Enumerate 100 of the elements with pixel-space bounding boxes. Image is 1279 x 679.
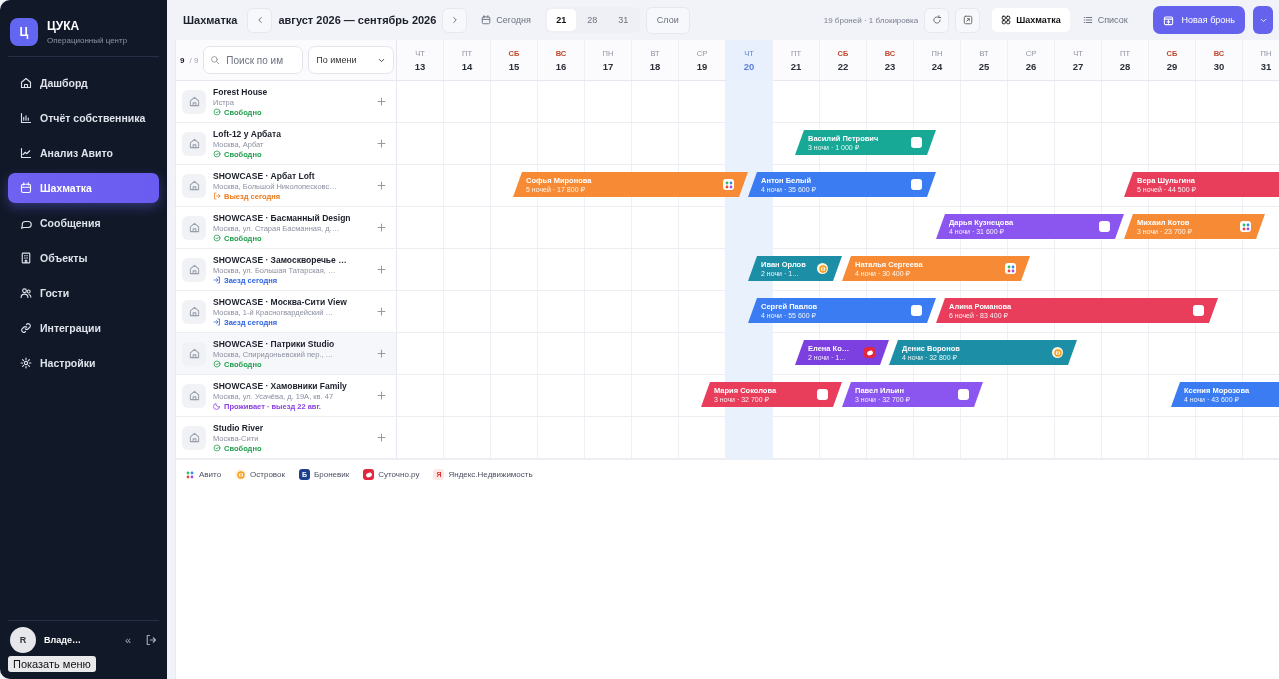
day-number: 27 <box>1072 60 1084 72</box>
plus-icon <box>376 180 387 191</box>
property-name: Studio River <box>213 422 265 433</box>
house-icon <box>188 432 200 443</box>
add-button[interactable] <box>376 390 387 401</box>
new-booking-button[interactable]: Новая бронь <box>1152 6 1245 34</box>
add-button[interactable] <box>376 306 387 317</box>
house-icon <box>188 390 200 401</box>
list-icon <box>1082 15 1093 25</box>
view-tab[interactable]: Шахматка <box>992 8 1070 32</box>
nav-item[interactable]: Анализ Авито <box>8 138 159 168</box>
property-name: Loft-12 у Арбата <box>213 128 282 139</box>
collapse-button[interactable]: « <box>118 634 137 646</box>
sort-dropdown[interactable]: По имени <box>308 46 395 74</box>
search-field[interactable]: Поиск по им <box>203 46 304 74</box>
day-number: 29 <box>1166 60 1178 72</box>
check-circle-icon <box>213 108 221 116</box>
check-circle-icon <box>213 444 221 452</box>
plus-icon <box>376 432 387 443</box>
refresh-button[interactable] <box>924 7 950 33</box>
page-title: Шахматка <box>183 14 238 26</box>
plus-icon <box>376 264 387 275</box>
nav-item[interactable]: Отчёт собственника <box>8 103 159 133</box>
today-button[interactable]: Сегодня <box>473 15 539 25</box>
nav-item[interactable]: Объекты <box>8 243 159 273</box>
day-number: 26 <box>1025 60 1037 72</box>
legend-label: Островок <box>250 470 285 479</box>
period-tab[interactable]: 28 <box>577 9 607 31</box>
people-icon <box>20 287 32 299</box>
house-icon <box>188 138 200 149</box>
refresh-icon <box>931 15 942 25</box>
house-icon <box>188 180 200 191</box>
check-circle-icon <box>213 234 221 242</box>
nav-item[interactable]: Шахматка <box>8 173 159 203</box>
app-subtitle: Операционный центр <box>47 36 128 45</box>
property-name: SHOWCASE · Москва-Сити View <box>213 296 348 307</box>
property-name: Forest House <box>213 86 269 97</box>
day-number: 16 <box>555 60 567 72</box>
calendar-icon <box>481 15 492 25</box>
property-name: SHOWCASE · Басманный Design <box>213 212 352 223</box>
day-number: 25 <box>978 60 990 72</box>
day-number: 21 <box>790 60 802 72</box>
property-name: SHOWCASE · Замоскворечье … <box>213 254 348 265</box>
building-icon <box>20 252 32 264</box>
shown-count: 9 <box>180 55 185 65</box>
nav-item[interactable]: Сообщения <box>8 208 159 238</box>
view-tab[interactable]: Список <box>1073 8 1137 32</box>
app-logo: Ц <box>10 18 38 46</box>
day-number: 30 <box>1213 60 1225 72</box>
plus-icon <box>376 390 387 401</box>
check-circle-icon <box>213 150 221 158</box>
four-dots-icon <box>1005 263 1016 274</box>
add-button[interactable] <box>376 180 387 191</box>
period-tab[interactable]: 21 <box>546 9 576 31</box>
day-number: 14 <box>461 60 473 72</box>
add-button[interactable] <box>376 264 387 275</box>
logout-icon[interactable] <box>145 634 157 646</box>
add-button[interactable] <box>376 348 387 359</box>
property-name: SHOWCASE · Арбат Loft <box>213 170 316 181</box>
legend-label: Авито <box>199 470 222 479</box>
link-icon <box>20 322 32 334</box>
bar-chart-icon <box>20 112 32 124</box>
day-number: 22 <box>837 60 849 72</box>
nav-item[interactable]: Дашборд <box>8 68 159 98</box>
nav-item[interactable]: Интеграции <box>8 313 159 343</box>
period-tab[interactable]: 31 <box>608 9 638 31</box>
grid-icon <box>1001 15 1012 25</box>
speech-blob-icon <box>864 347 875 358</box>
dropdown-button[interactable] <box>1253 6 1273 34</box>
day-number: 28 <box>1119 60 1131 72</box>
legend-label: Броневик <box>314 470 350 479</box>
house-icon <box>188 222 200 233</box>
nav-item[interactable]: Гости <box>8 278 159 308</box>
plus-icon <box>376 96 387 107</box>
add-button[interactable] <box>376 432 387 443</box>
add-button[interactable] <box>376 138 387 149</box>
legend-label: Яндекс.Недвижимость <box>448 470 533 479</box>
house-icon <box>188 264 200 275</box>
enter-arrow-icon <box>213 276 221 284</box>
booking-summary: 19 броней · 1 блокировка <box>823 15 919 25</box>
ring-icon <box>817 263 828 274</box>
user-avatar[interactable]: R <box>10 627 36 653</box>
nav-item[interactable]: Настройки <box>8 348 159 378</box>
calendar-icon <box>20 182 32 194</box>
ring-icon <box>235 469 247 480</box>
settings-icon <box>20 357 32 369</box>
day-number: 20 <box>743 60 755 72</box>
add-button[interactable] <box>376 96 387 107</box>
house-icon <box>188 96 200 107</box>
plus-icon <box>376 348 387 359</box>
house-icon <box>188 306 200 317</box>
layers-button[interactable]: Слои <box>645 6 690 34</box>
enter-arrow-icon <box>213 318 221 326</box>
plus-icon <box>376 306 387 317</box>
legend-label: Суточно.ру <box>378 470 420 479</box>
add-button[interactable] <box>376 222 387 233</box>
day-number: 15 <box>508 60 520 72</box>
day-number: 24 <box>931 60 943 72</box>
expand-button[interactable] <box>955 7 981 33</box>
check-circle-icon <box>213 360 221 368</box>
